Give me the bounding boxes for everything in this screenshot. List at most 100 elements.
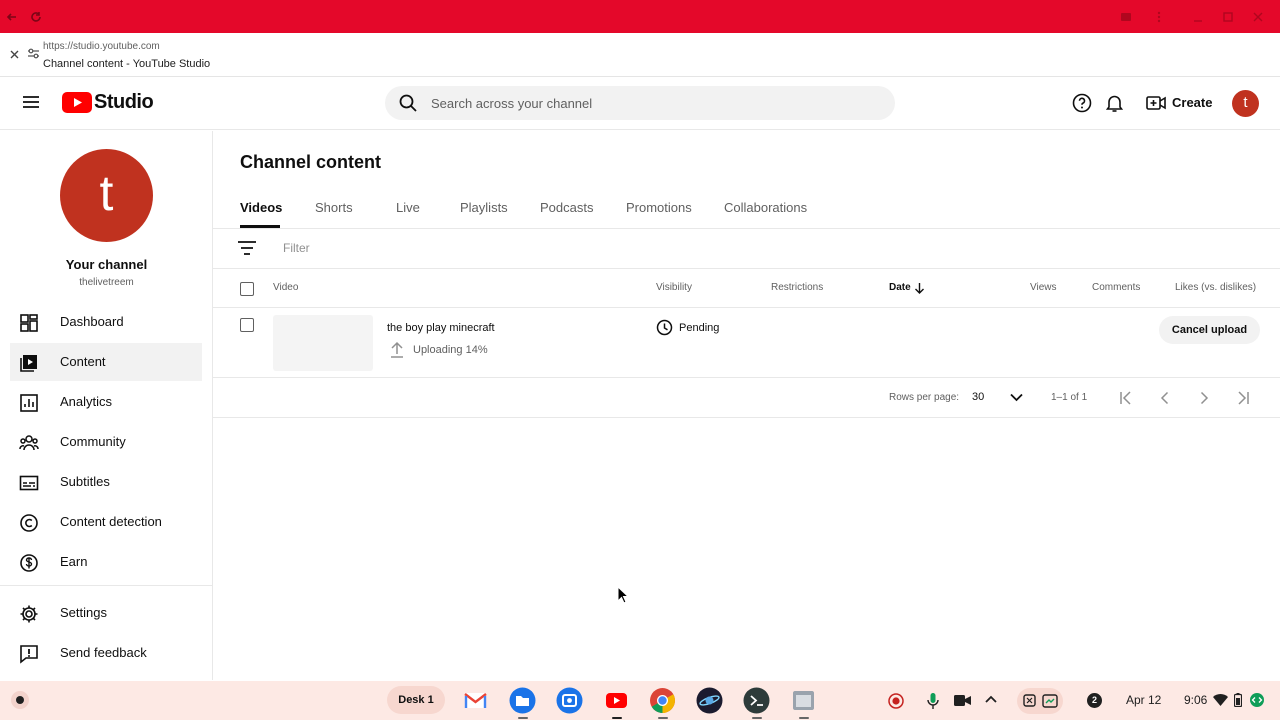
camera-icon[interactable] bbox=[954, 694, 971, 707]
mouse-cursor-icon bbox=[617, 586, 629, 604]
sidebar-item-label: Content bbox=[60, 354, 106, 369]
youtube-logo-icon bbox=[62, 92, 92, 113]
sidebar-item-subtitles[interactable]: Subtitles bbox=[10, 463, 202, 501]
column-header-likes: Likes (vs. dislikes) bbox=[1175, 282, 1257, 293]
channel-handle: thelivetreem bbox=[79, 277, 134, 288]
desk-selector[interactable]: Desk 1 bbox=[387, 686, 445, 714]
minimize-icon[interactable] bbox=[1190, 9, 1206, 25]
previous-page-icon[interactable] bbox=[1158, 391, 1172, 405]
last-page-icon[interactable] bbox=[1236, 391, 1250, 405]
create-video-icon bbox=[1146, 96, 1166, 110]
tab-playlists[interactable]: Playlists bbox=[460, 200, 508, 215]
cancel-upload-button[interactable]: Cancel upload bbox=[1159, 316, 1260, 344]
column-header-date[interactable]: Date bbox=[889, 282, 911, 293]
gmail-icon[interactable] bbox=[462, 687, 489, 714]
tab-live[interactable]: Live bbox=[396, 200, 420, 215]
header-divider bbox=[213, 307, 1280, 308]
dev-mode-icon[interactable] bbox=[1250, 693, 1264, 707]
sidebar-item-community[interactable]: Community bbox=[10, 423, 202, 461]
search-input[interactable]: Search across your channel bbox=[385, 86, 895, 120]
account-avatar[interactable]: t bbox=[1232, 90, 1259, 117]
notifications-bell-icon[interactable] bbox=[1105, 93, 1124, 113]
select-all-checkbox[interactable] bbox=[240, 282, 254, 296]
youtube-app-icon[interactable] bbox=[603, 687, 630, 714]
tabs-divider bbox=[213, 228, 1280, 229]
restore-icon[interactable] bbox=[1220, 9, 1236, 25]
wifi-icon[interactable] bbox=[1213, 694, 1228, 706]
column-header-restrictions: Restrictions bbox=[771, 282, 824, 293]
clock-icon bbox=[656, 319, 673, 336]
more-vert-icon[interactable] bbox=[1151, 9, 1167, 25]
pagination-divider bbox=[213, 417, 1280, 418]
screenshot-app-icon[interactable] bbox=[556, 687, 583, 714]
studio-logo-text: Studio bbox=[94, 91, 154, 113]
tray-app-icon bbox=[1023, 694, 1036, 707]
dollar-icon bbox=[20, 554, 38, 572]
studio-logo[interactable]: Studio bbox=[62, 90, 154, 116]
window-titlebar bbox=[0, 0, 1280, 33]
sidebar-item-send-feedback[interactable]: Send feedback bbox=[10, 634, 202, 672]
files-icon[interactable] bbox=[509, 687, 536, 714]
sidebar-item-label: Subtitles bbox=[60, 474, 110, 489]
create-button[interactable]: Create bbox=[1138, 87, 1216, 119]
chrome-icon[interactable] bbox=[649, 687, 676, 714]
gear-icon bbox=[20, 605, 38, 623]
studio-header: Studio Search across your channel Create… bbox=[0, 77, 1280, 130]
tray-app-icon bbox=[1042, 694, 1058, 708]
sidebar-item-label: Community bbox=[60, 434, 126, 449]
app-window-icon[interactable] bbox=[790, 687, 817, 714]
next-page-icon[interactable] bbox=[1197, 391, 1211, 405]
chevron-down-icon[interactable] bbox=[1010, 393, 1023, 402]
tab-videos[interactable]: Videos bbox=[240, 200, 282, 215]
running-indicator bbox=[799, 717, 809, 719]
copyright-icon bbox=[20, 514, 38, 532]
tab-podcasts[interactable]: Podcasts bbox=[540, 200, 593, 215]
close-window-icon[interactable] bbox=[1250, 9, 1266, 25]
close-icon[interactable] bbox=[9, 49, 20, 60]
tray-apps[interactable] bbox=[1017, 688, 1063, 714]
screen-record-icon[interactable] bbox=[888, 693, 904, 709]
sidebar-item-dashboard[interactable]: Dashboard bbox=[10, 303, 202, 341]
filter-input[interactable]: Filter bbox=[283, 241, 310, 255]
search-placeholder: Search across your channel bbox=[431, 96, 593, 111]
content-icon bbox=[20, 355, 37, 372]
row-divider bbox=[213, 377, 1280, 378]
sort-down-arrow-icon[interactable] bbox=[914, 282, 925, 294]
url-text[interactable]: https://studio.youtube.com bbox=[43, 41, 160, 52]
notification-count-badge[interactable]: 2 bbox=[1087, 693, 1102, 708]
sidebar-item-analytics[interactable]: Analytics bbox=[10, 383, 202, 421]
tab-collaborations[interactable]: Collaborations bbox=[724, 200, 807, 215]
site-settings-icon[interactable] bbox=[27, 47, 40, 60]
time-label[interactable]: 9:06 bbox=[1184, 693, 1207, 707]
tab-shorts[interactable]: Shorts bbox=[315, 200, 353, 215]
sidebar-item-label: Earn bbox=[60, 554, 88, 569]
running-indicator bbox=[518, 717, 528, 719]
date-label[interactable]: Apr 12 bbox=[1126, 693, 1161, 707]
sidebar-item-content[interactable]: Content bbox=[10, 343, 202, 381]
filter-icon[interactable] bbox=[238, 241, 256, 255]
help-icon[interactable] bbox=[1072, 93, 1092, 113]
sidebar-item-earn[interactable]: Earn bbox=[10, 543, 202, 581]
microphone-icon[interactable] bbox=[926, 692, 940, 710]
cast-icon[interactable] bbox=[1118, 9, 1134, 25]
terminal-icon[interactable] bbox=[743, 687, 770, 714]
column-header-visibility: Visibility bbox=[656, 282, 692, 293]
page-tab-title: Channel content - YouTube Studio bbox=[43, 58, 211, 70]
hamburger-menu-icon[interactable] bbox=[22, 94, 40, 110]
sidebar-item-content-detection[interactable]: Content detection bbox=[10, 503, 202, 541]
channel-avatar[interactable]: t bbox=[60, 149, 153, 242]
back-arrow-icon[interactable] bbox=[4, 9, 20, 25]
channel-label: Your channel bbox=[65, 257, 148, 272]
space-app-icon[interactable] bbox=[696, 687, 723, 714]
sidebar-item-settings[interactable]: Settings bbox=[10, 594, 202, 632]
tab-promotions[interactable]: Promotions bbox=[626, 200, 692, 215]
row-checkbox[interactable] bbox=[240, 318, 254, 332]
launcher-button[interactable] bbox=[11, 691, 29, 709]
first-page-icon[interactable] bbox=[1119, 391, 1133, 405]
chevron-up-icon[interactable] bbox=[985, 695, 997, 704]
video-thumbnail-placeholder bbox=[273, 315, 373, 371]
battery-icon[interactable] bbox=[1234, 693, 1242, 707]
rows-per-page-select[interactable]: 30 bbox=[972, 391, 984, 403]
video-title[interactable]: the boy play minecraft bbox=[387, 322, 495, 334]
reload-icon[interactable] bbox=[28, 9, 44, 25]
